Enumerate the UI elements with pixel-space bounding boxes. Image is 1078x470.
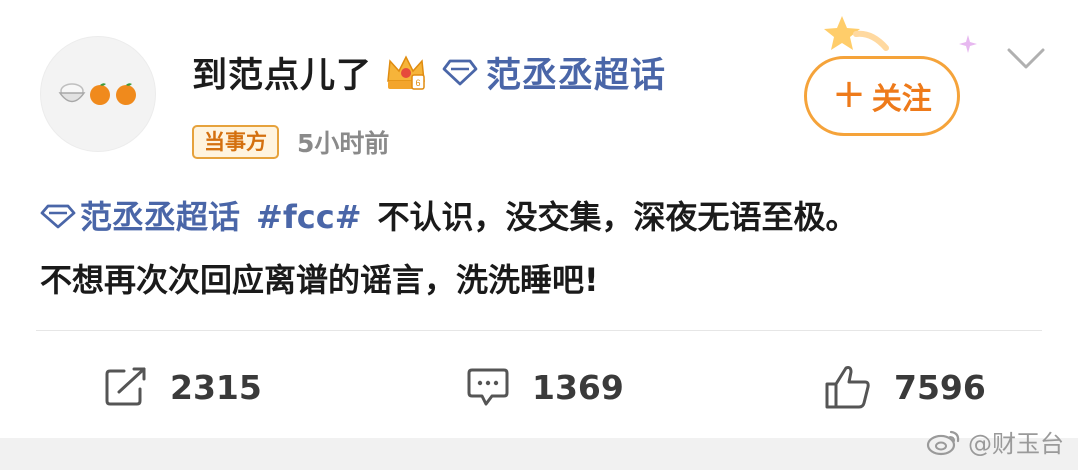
rice-bowl-icon <box>58 83 86 103</box>
status-badge: 当事方 <box>192 125 279 159</box>
comment-icon <box>467 368 509 406</box>
repost-icon <box>105 367 146 406</box>
sparkle-icon <box>959 35 977 53</box>
bottom-strip <box>0 438 1078 470</box>
supertopic-link[interactable]: 范丞丞超话 <box>486 47 666 98</box>
like-button[interactable]: 7596 <box>824 362 986 412</box>
watermark: @财玉台 <box>926 424 1064 459</box>
username[interactable]: 到范点儿了 <box>192 47 372 98</box>
like-count: 7596 <box>894 367 986 407</box>
star-icon <box>824 16 889 51</box>
weibo-logo-icon <box>926 430 960 455</box>
avatar[interactable] <box>40 36 156 152</box>
follow-area: + 关注 <box>790 14 1000 136</box>
svg-text:6: 6 <box>416 78 421 88</box>
post-time: 5小时前 <box>297 129 390 158</box>
meta-row: 当事方 5小时前 <box>192 124 389 160</box>
hashtag-link[interactable]: #fcc# <box>256 198 361 236</box>
comment-count: 1369 <box>532 367 624 407</box>
content-line-1: 范丞丞超话 #fcc# 不认识，没交集，深夜无语至极。 <box>40 186 1050 249</box>
divider <box>36 330 1042 331</box>
content-topic-link[interactable]: 范丞丞超话 <box>40 198 240 236</box>
orange-icon <box>116 83 136 105</box>
content-line-2: 不想再次次回应离谱的谣言，洗洗睡吧! <box>40 261 599 299</box>
plus-icon: + <box>832 71 866 117</box>
like-icon <box>825 366 870 409</box>
repost-button[interactable]: 2315 <box>104 362 262 412</box>
username-row: 到范点儿了 6 范丞丞超话 <box>192 44 666 100</box>
comment-button[interactable]: 1369 <box>466 362 624 412</box>
chevron-down-icon[interactable] <box>1006 46 1046 72</box>
content-topic-text: 范丞丞超话 <box>80 198 241 236</box>
follow-label: 关注 <box>871 82 932 117</box>
diamond-icon <box>442 59 478 86</box>
follow-button[interactable]: + 关注 <box>804 56 960 136</box>
crown-icon[interactable]: 6 <box>384 51 428 93</box>
orange-icon <box>90 83 110 105</box>
post-content: 范丞丞超话 #fcc# 不认识，没交集，深夜无语至极。 不想再次次回应离谱的谣言，洗… <box>40 186 1050 312</box>
watermark-text: @财玉台 <box>968 430 1064 458</box>
repost-count: 2315 <box>170 367 262 407</box>
diamond-icon <box>40 204 76 229</box>
content-text-1: 不认识，没交集，深夜无语至极。 <box>377 198 858 236</box>
